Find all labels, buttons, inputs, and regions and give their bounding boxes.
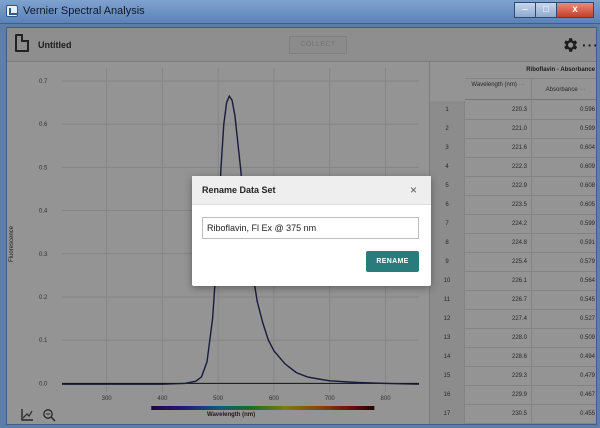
app-content: Untitled COLLECT ··· 0.70.60.50.40.30.20… [6,27,597,425]
window-controls: – □ x [514,2,594,18]
app-icon [6,5,18,17]
window-titlebar: Vernier Spectral Analysis – □ x [0,0,600,24]
dialog-title: Rename Data Set [202,185,276,195]
rename-button[interactable]: RENAME [366,251,419,272]
minimize-button[interactable]: – [514,2,536,18]
maximize-button[interactable]: □ [535,2,557,18]
dataset-name-input[interactable] [202,217,419,239]
dialog-header: Rename Data Set × [192,176,431,205]
close-icon[interactable]: × [410,183,417,197]
close-window-button[interactable]: x [556,2,594,18]
rename-dialog: Rename Data Set × RENAME [192,176,431,286]
window-title: Vernier Spectral Analysis [23,5,145,17]
